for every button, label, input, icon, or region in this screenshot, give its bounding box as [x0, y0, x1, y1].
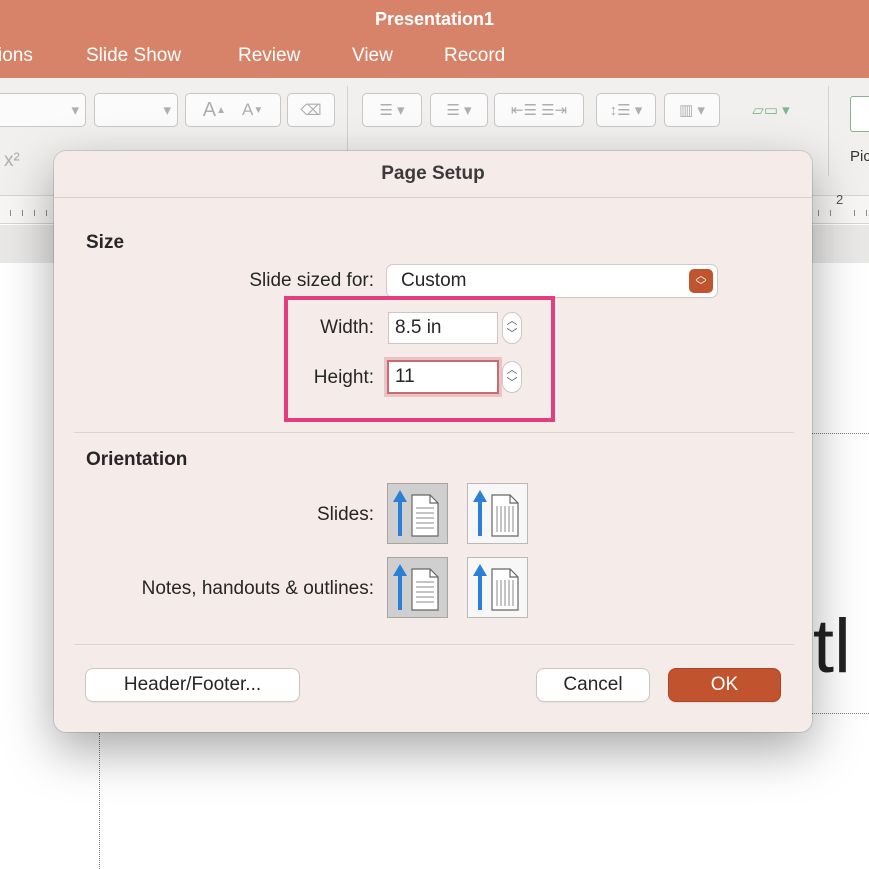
- bullets-button[interactable]: ☰ ▾: [362, 93, 422, 127]
- columns-icon: ▥ ▾: [679, 102, 705, 119]
- slide-sized-for-label: Slide sized for:: [249, 270, 374, 291]
- slide-sized-for-select[interactable]: Custom ︿ ﹀: [387, 265, 717, 297]
- tab-review[interactable]: Review: [238, 45, 300, 67]
- slide-sized-for-value: Custom: [401, 270, 467, 291]
- portrait-orientation-icon: [393, 564, 439, 611]
- ruler-label: 2: [836, 192, 844, 207]
- numbering-button[interactable]: ☰ ▾: [430, 93, 488, 127]
- tab-animations[interactable]: ions: [0, 45, 33, 67]
- superscript-button[interactable]: x²: [4, 150, 20, 172]
- header-footer-button[interactable]: Header/Footer...: [86, 669, 299, 701]
- font-size-dropdown[interactable]: ▾: [94, 93, 178, 127]
- slides-portrait-button[interactable]: [387, 483, 448, 544]
- indent-icon: ⇤☰ ☰⇥: [510, 102, 568, 119]
- tab-view[interactable]: View: [352, 45, 393, 67]
- grow-font-icon: A: [202, 98, 217, 121]
- tab-record[interactable]: Record: [444, 45, 505, 67]
- bullet-list-icon: ☰ ▾: [379, 102, 405, 119]
- ribbon-separator: [828, 86, 829, 176]
- placeholder-border: [99, 733, 100, 869]
- dialog-title: Page Setup: [381, 163, 485, 184]
- picture-label: Pic: [850, 148, 869, 165]
- ok-button[interactable]: OK: [669, 669, 780, 701]
- line-spacing-icon: ↕☰ ▾: [609, 102, 643, 119]
- window-title: Presentation1: [374, 9, 495, 29]
- cancel-button[interactable]: Cancel: [537, 669, 649, 701]
- font-size-buttons[interactable]: A ▲ A ▼: [185, 93, 281, 127]
- portrait-orientation-icon: [393, 490, 439, 537]
- font-name-dropdown[interactable]: ▾: [0, 93, 86, 127]
- notes-portrait-button[interactable]: [387, 557, 448, 618]
- numbered-list-icon: ☰ ▾: [446, 102, 472, 119]
- notes-landscape-button[interactable]: [467, 557, 528, 618]
- notes-orientation-label: Notes, handouts & outlines:: [141, 578, 374, 599]
- indent-buttons[interactable]: ⇤☰ ☰⇥: [494, 93, 584, 127]
- landscape-orientation-icon: [473, 490, 519, 537]
- eraser-icon: ⌫: [300, 102, 322, 119]
- orientation-heading: Orientation: [86, 449, 188, 470]
- title-divider: [54, 197, 812, 198]
- smartart-icon: ▱▭ ▾: [752, 102, 790, 119]
- clear-formatting-button[interactable]: ⌫: [287, 93, 335, 127]
- chevron-down-icon: ▾: [163, 102, 171, 119]
- page-setup-dialog: Page Setup Size Slide sized for: Custom …: [54, 151, 812, 732]
- slides-landscape-button[interactable]: [467, 483, 528, 544]
- picture-icon[interactable]: [850, 96, 869, 132]
- annotation-highlight-box: [284, 296, 555, 422]
- tab-slide-show[interactable]: Slide Show: [86, 45, 181, 67]
- chevron-down-icon: ▾: [71, 102, 79, 119]
- shrink-font-icon: A: [242, 100, 254, 119]
- convert-smartart-button[interactable]: ▱▭ ▾: [736, 93, 806, 127]
- size-heading: Size: [86, 232, 125, 253]
- line-spacing-button[interactable]: ↕☰ ▾: [596, 93, 656, 127]
- landscape-orientation-icon: [473, 564, 519, 611]
- title-bar: Presentation1 ions Slide Show Review Vie…: [0, 0, 869, 78]
- section-divider: [74, 644, 794, 645]
- up-down-chevron-icon: ︿ ﹀: [689, 269, 713, 293]
- slides-orientation-label: Slides:: [316, 504, 374, 525]
- section-divider: [74, 432, 794, 433]
- columns-button[interactable]: ▥ ▾: [664, 93, 720, 127]
